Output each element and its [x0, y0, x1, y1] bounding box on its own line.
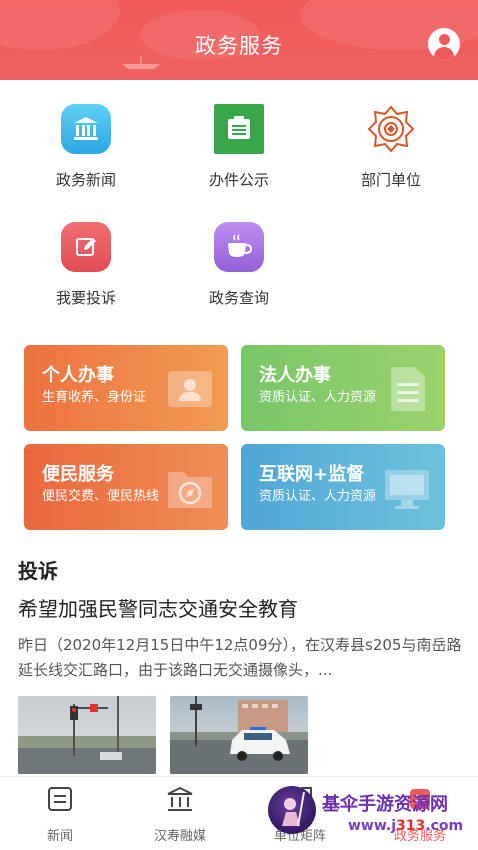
grid-item-label: 我要投诉	[55, 289, 116, 307]
card-subtitle: 资质认证、人力资源	[259, 390, 377, 405]
watermark: 基伞手游资源网 www.j313.com	[268, 786, 478, 842]
card-subtitle: 资质认证、人力资源	[259, 489, 377, 504]
card-subtitle: 生育收养、身份证	[42, 390, 147, 405]
page-title: 政务服务	[195, 34, 283, 58]
top-header: 政务服务	[0, 0, 478, 80]
internet-supervision-card[interactable]: 互联网+监督 资质认证、人力资源	[241, 444, 445, 530]
grid-item-complaint[interactable]: 我要投诉	[26, 222, 146, 308]
personal-affairs-card[interactable]: 个人办事 生育收养、身份证	[24, 345, 228, 431]
news-icon	[48, 787, 72, 811]
document-icon	[391, 367, 425, 411]
edit-icon	[61, 222, 111, 272]
user-avatar-icon[interactable]	[428, 28, 460, 60]
news-thumbnail-police-car[interactable]	[170, 696, 308, 774]
police-emblem-icon	[366, 104, 416, 154]
card-title: 法人办事	[259, 365, 331, 386]
legal-person-affairs-card[interactable]: 法人办事 资质认证、人力资源	[241, 345, 445, 431]
grid-item-departments[interactable]: 部门单位	[331, 104, 451, 190]
watermark-url: www.j313.com	[348, 818, 464, 834]
monitor-icon	[385, 470, 429, 509]
card-subtitle: 便民交费、便民热线	[42, 489, 160, 504]
tab-label: 汉寿融媒	[153, 829, 206, 844]
card-title: 互联网+监督	[259, 464, 365, 485]
convenience-service-card[interactable]: 便民服务 便民交费、便民热线	[24, 444, 228, 530]
news-title[interactable]: 希望加强民警同志交通安全教育	[18, 593, 298, 622]
folder-compass-icon	[168, 472, 212, 508]
grid-item-public-notice[interactable]: 办件公示	[179, 104, 299, 190]
grid-item-label: 部门单位	[360, 171, 421, 189]
grid-item-label: 办件公示	[208, 171, 269, 189]
grid-item-news[interactable]: 政务新闻	[26, 104, 146, 190]
watermark-logo-icon	[268, 786, 316, 834]
grid-item-query[interactable]: 政务查询	[179, 222, 299, 308]
tab-news[interactable]: 新闻	[10, 785, 110, 844]
news-body[interactable]: 昨日（2020年12月15日中午12点09分），在汉寿县s205与南岳路延长线交…	[18, 633, 463, 683]
bank-icon	[61, 104, 111, 154]
card-title: 便民服务	[42, 464, 114, 485]
id-card-icon	[168, 371, 212, 407]
grid-item-label: 政务查询	[208, 289, 269, 307]
coffee-cup-icon	[214, 222, 264, 272]
bank-icon	[167, 786, 193, 811]
grid-item-label: 政务新闻	[55, 171, 116, 189]
section-title: 投诉	[18, 559, 58, 583]
news-thumbnail-street[interactable]	[18, 696, 156, 774]
card-title: 个人办事	[42, 365, 114, 386]
tab-hanshou-media[interactable]: 汉寿融媒	[130, 785, 230, 844]
tab-label: 新闻	[46, 829, 73, 844]
document-board-icon	[214, 104, 264, 154]
watermark-site-name: 基伞手游资源网	[322, 794, 448, 815]
